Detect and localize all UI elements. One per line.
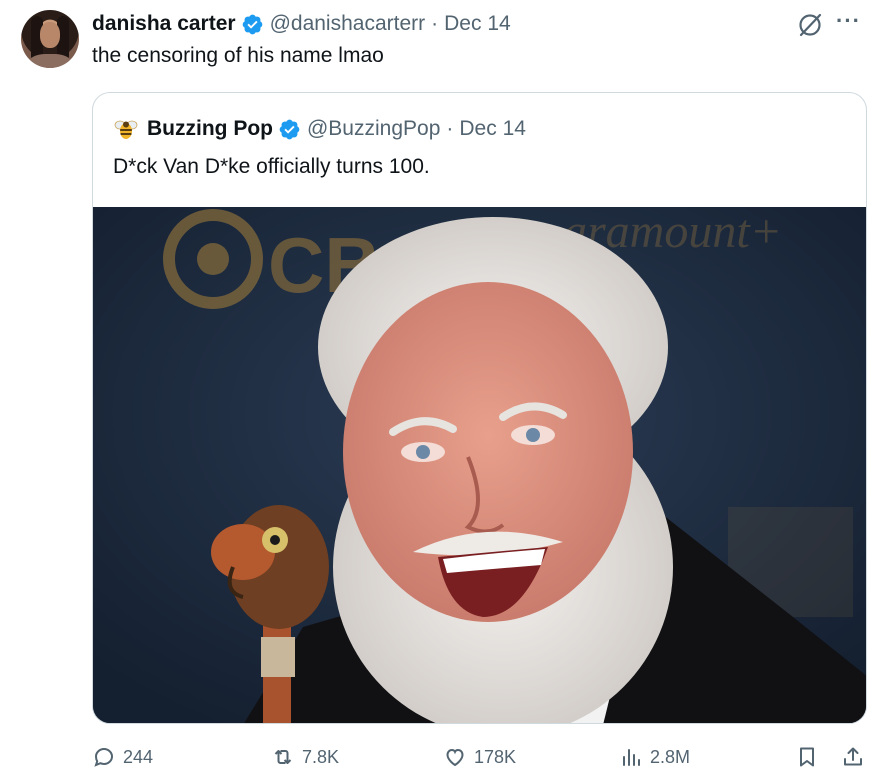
reply-icon (94, 747, 114, 767)
views-button[interactable]: 2.8M (619, 740, 690, 774)
like-icon (446, 748, 464, 767)
grok-icon[interactable] (797, 12, 823, 38)
more-icon[interactable]: ··· (836, 8, 861, 34)
bee-avatar-icon[interactable] (113, 116, 139, 142)
like-button[interactable]: 178K (443, 740, 516, 774)
bookmark-button[interactable] (795, 740, 819, 774)
tweet-date[interactable]: Dec 14 (444, 12, 511, 36)
quoted-photo[interactable]: CBS aramount+ (93, 207, 866, 723)
verified-icon (242, 14, 262, 34)
author-avatar[interactable] (21, 10, 79, 68)
repost-icon (274, 750, 292, 764)
bookmark-icon (800, 747, 814, 767)
repost-count: 7.8K (302, 746, 340, 767)
share-button[interactable] (841, 740, 865, 774)
quoted-header: Buzzing Pop @BuzzingPop · Dec 14 (113, 115, 526, 143)
quoted-date[interactable]: Dec 14 (459, 117, 526, 141)
share-icon (844, 747, 862, 766)
views-icon (623, 749, 640, 766)
author-name[interactable]: danisha carter (92, 12, 236, 36)
separator: · (431, 12, 439, 35)
quoted-tweet[interactable]: Buzzing Pop @BuzzingPop · Dec 14 D*ck Va… (92, 92, 867, 724)
quoted-author-handle[interactable]: @BuzzingPop (307, 117, 440, 141)
action-bar: 244 7.8K 178K 2.8M (0, 740, 886, 774)
views-count: 2.8M (650, 746, 691, 767)
reply-button[interactable]: 244 (92, 740, 153, 774)
tweet-header: danisha carter @danishacarterr · Dec 14 (92, 11, 511, 37)
reply-count: 244 (123, 746, 154, 767)
like-count: 178K (474, 746, 517, 767)
verified-icon (279, 119, 300, 139)
author-handle[interactable]: @danishacarterr (270, 12, 426, 36)
repost-button[interactable]: 7.8K (271, 740, 339, 774)
quoted-author-name[interactable]: Buzzing Pop (147, 117, 273, 141)
tweet-text: the censoring of his name lmao (92, 44, 384, 67)
separator: · (446, 117, 454, 140)
quoted-text: D*ck Van D*ke officially turns 100. (113, 155, 430, 178)
